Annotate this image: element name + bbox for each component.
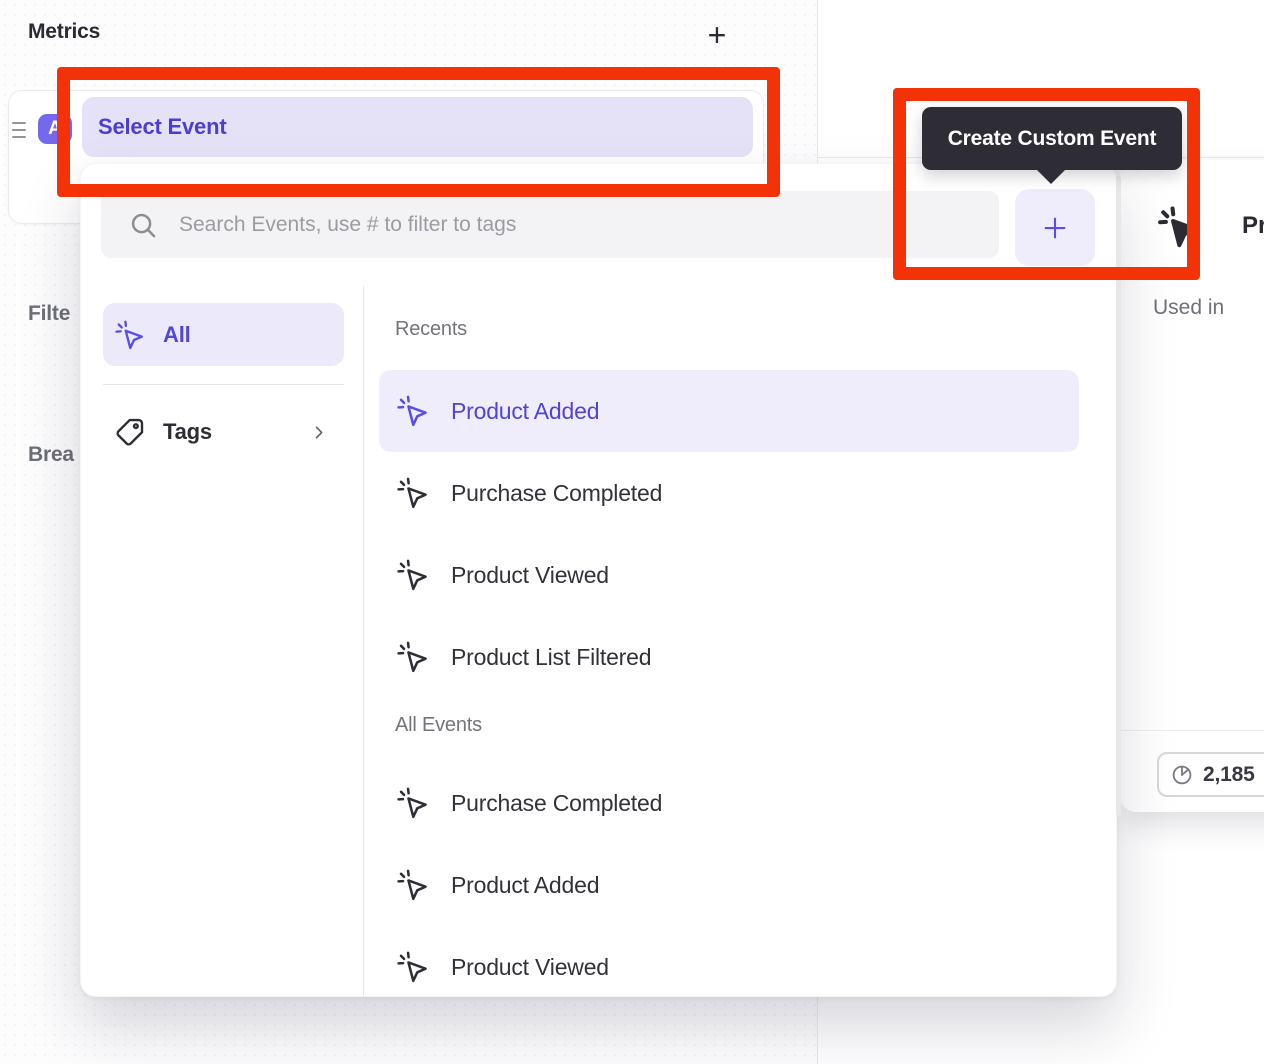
select-event-button[interactable]: Select Event <box>82 97 753 157</box>
event-count-value: 2,185 <box>1203 763 1255 787</box>
event-list-item[interactable]: Product List Filtered <box>379 616 1079 698</box>
tag-icon <box>115 417 145 447</box>
plus-icon <box>1040 213 1070 243</box>
event-cursor-icon <box>397 641 429 673</box>
event-picker-dropdown: All Tags Recents Product Added Purchase Co… <box>80 163 1117 997</box>
event-list-item[interactable]: Product Added <box>379 370 1079 452</box>
event-section: All Events Purchase Completed Product Adde… <box>362 712 1117 997</box>
filters-section-title: Filte <box>28 302 70 326</box>
event-name: Purchase Completed <box>451 790 662 817</box>
select-event-label: Select Event <box>98 114 226 140</box>
chevron-right-icon <box>309 423 328 442</box>
section-header: All Events <box>395 712 1117 738</box>
event-detail-card <box>1120 160 1264 812</box>
sidebar-item-all[interactable]: All <box>103 303 344 366</box>
sidebar-item-label: All <box>163 322 191 348</box>
section-header: Recents <box>395 316 1117 342</box>
vertical-scrollbar[interactable] <box>1116 176 1121 816</box>
detail-footer-divider <box>1121 730 1264 731</box>
add-metric-button[interactable]: + <box>698 14 736 56</box>
tooltip-caret <box>1035 168 1067 184</box>
event-count-badge[interactable]: 2,185 <box>1157 752 1264 797</box>
event-detail-title: Pr <box>1242 212 1264 240</box>
tooltip-text: Create Custom Event <box>948 127 1157 151</box>
event-name: Product Added <box>451 398 599 425</box>
event-list-item[interactable]: Purchase Completed <box>379 452 1079 534</box>
event-list-item[interactable]: Purchase Completed <box>379 762 1079 844</box>
event-list-item[interactable]: Product Viewed <box>379 926 1079 997</box>
event-name: Product Added <box>451 872 599 899</box>
sidebar-item-tags[interactable]: Tags <box>103 401 344 463</box>
sidebar-item-divider <box>103 384 344 385</box>
event-list: Recents Product Added Purchase Completed Pr… <box>362 286 1117 997</box>
breakdowns-section-title: Brea <box>28 443 74 467</box>
pie-chart-icon <box>1170 763 1194 787</box>
used-in-label: Used in <box>1153 296 1224 320</box>
event-cursor-filled-icon <box>1158 206 1200 248</box>
sidebar-item-label: Tags <box>163 419 212 445</box>
search-input[interactable] <box>177 212 999 238</box>
event-cursor-icon <box>397 951 429 983</box>
event-section: Recents Product Added Purchase Completed Pr… <box>362 316 1117 698</box>
event-list-item[interactable]: Product Added <box>379 844 1079 926</box>
metrics-section-title: Metrics <box>28 20 100 44</box>
event-name: Purchase Completed <box>451 480 662 507</box>
event-name: Product Viewed <box>451 954 609 981</box>
event-cursor-icon <box>397 869 429 901</box>
metric-series-badge[interactable]: A <box>38 114 72 144</box>
create-custom-event-button[interactable] <box>1015 189 1095 266</box>
event-cursor-icon <box>397 477 429 509</box>
event-cursor-icon <box>397 559 429 591</box>
tooltip-create-custom-event: Create Custom Event <box>922 107 1182 170</box>
event-list-item[interactable]: Product Viewed <box>379 534 1079 616</box>
search-bar <box>101 191 999 258</box>
search-icon <box>129 211 157 239</box>
event-name: Product List Filtered <box>451 644 651 671</box>
event-cursor-icon <box>397 787 429 819</box>
event-cursor-icon <box>115 320 145 350</box>
event-name: Product Viewed <box>451 562 609 589</box>
drag-handle-icon[interactable] <box>12 121 26 139</box>
event-cursor-icon <box>397 395 429 427</box>
